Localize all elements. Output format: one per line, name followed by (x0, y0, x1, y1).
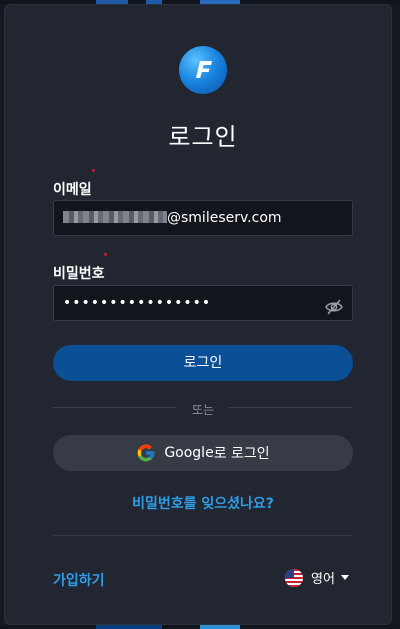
language-selector[interactable]: 영어 (285, 568, 349, 587)
app-logo-icon (179, 46, 227, 94)
required-indicator (92, 169, 95, 172)
divider-line-right (229, 407, 353, 408)
email-field-value: @smileserv.com (167, 210, 282, 226)
eye-slash-icon[interactable] (325, 294, 343, 328)
redacted-text (63, 210, 167, 223)
language-label: 영어 (311, 572, 335, 587)
bottom-strip (0, 625, 400, 629)
email-label: 이메일 (53, 182, 92, 198)
divider-text: 또는 (191, 403, 215, 417)
signup-link[interactable]: 가입하기 (53, 570, 105, 590)
google-login-button[interactable]: Google 로 로그인 (53, 435, 353, 471)
google-button-brand: Google (164, 445, 214, 461)
footer-divider (53, 535, 353, 536)
caret-down-icon (340, 575, 349, 580)
password-field-value: •••••••••••••••• (63, 295, 212, 311)
google-button-label: 로 로그인 (213, 446, 270, 462)
login-button[interactable]: 로그인 (53, 345, 353, 381)
us-flag-icon (285, 568, 303, 587)
bottom-strip-segment (96, 625, 162, 629)
page-title: 로그인 (168, 123, 238, 151)
login-panel: 로그인 이메일 @smileserv.com 비밀번호 ••••••••••••… (4, 4, 392, 625)
password-field[interactable]: •••••••••••••••• (53, 285, 353, 321)
bottom-strip-segment (200, 625, 240, 629)
required-indicator (104, 253, 107, 256)
forgot-password-link[interactable]: 비밀번호를 잊으셨나요? (5, 493, 400, 513)
email-field[interactable]: @smileserv.com (53, 200, 353, 236)
password-label: 비밀번호 (53, 266, 105, 282)
google-icon (137, 444, 155, 462)
